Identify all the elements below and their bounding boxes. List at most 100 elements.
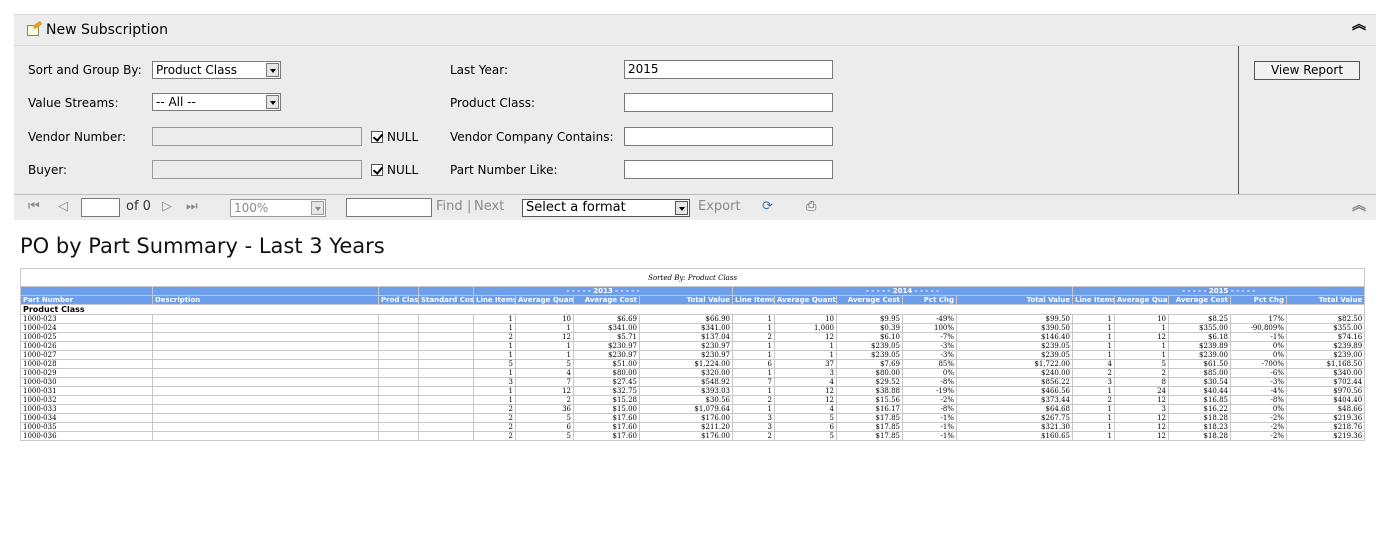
value-cell: 1 — [473, 395, 516, 405]
header-part-number[interactable]: Part Number — [20, 295, 153, 305]
value-cell: $7.69 — [836, 359, 903, 369]
header-avg-cost: Average Cost — [836, 295, 903, 305]
refresh-icon[interactable]: ⟳ — [762, 199, 773, 214]
value-cell: 2 — [732, 431, 775, 441]
chevron-down-icon[interactable] — [266, 95, 279, 109]
new-subscription-link[interactable]: New Subscription — [46, 22, 168, 38]
prod-class-cell — [378, 431, 419, 441]
value-cell: $267.75 — [956, 413, 1073, 423]
value-cell: 2 — [515, 395, 574, 405]
value-cell: 1 — [515, 341, 574, 351]
part-number-like-label: Part Number Like: — [450, 163, 558, 177]
value-cell: 2 — [1072, 368, 1115, 378]
part-number-cell: 1000-032 — [20, 395, 153, 405]
value-cell: 1 — [774, 341, 837, 351]
product-class-input[interactable] — [624, 93, 833, 112]
value-cell: 1 — [1072, 350, 1115, 360]
value-cell: 1 — [1072, 404, 1115, 414]
find-input[interactable] — [346, 198, 432, 217]
value-cell: -2% — [902, 395, 957, 405]
prod-class-cell — [378, 368, 419, 378]
value-cell: 2 — [1072, 395, 1115, 405]
collapse-chevron-icon[interactable]: ︽ — [1352, 199, 1366, 213]
table-row: 1000-028 5 5 $51.00 $1,224.00 6 37 $7.69 85% $1,7… — [20, 359, 1366, 369]
print-icon[interactable]: ⎙ — [806, 199, 816, 214]
standard-cost-cell — [418, 377, 474, 387]
header-description[interactable]: Description — [152, 295, 379, 305]
sort-select-value: Product Class — [156, 63, 237, 77]
group-header-product-class: Product Class — [19, 304, 1366, 315]
zoom-select[interactable]: 100% — [230, 199, 326, 217]
chevron-down-icon[interactable] — [311, 201, 324, 215]
value-cell: $320.00 — [639, 368, 733, 378]
value-cell: 1 — [1072, 413, 1115, 423]
view-report-button[interactable]: View Report — [1254, 61, 1360, 80]
value-cell: 10 — [515, 314, 574, 324]
value-cell: $341.00 — [573, 323, 640, 333]
buyer-label: Buyer: — [28, 163, 68, 177]
checkbox-icon[interactable] — [371, 131, 383, 143]
value-cell: 1 — [732, 368, 775, 378]
value-cell: 12 — [1114, 332, 1169, 342]
value-cell: $230.97 — [639, 350, 733, 360]
value-cell: -3% — [902, 341, 957, 351]
value-cell: $17.60 — [573, 422, 640, 432]
value-cell: $64.68 — [956, 404, 1073, 414]
value-cell: $373.44 — [956, 395, 1073, 405]
value-cell: -6% — [1230, 368, 1287, 378]
value-cell: $15.28 — [573, 395, 640, 405]
header-prod-class[interactable]: Prod Class — [378, 295, 419, 305]
buyer-input[interactable] — [152, 160, 362, 179]
value-cell: 2 — [473, 422, 516, 432]
description-cell — [152, 323, 379, 333]
value-cell: $239.05 — [956, 341, 1073, 351]
chevron-down-icon[interactable] — [675, 201, 688, 215]
value-cell: -1% — [902, 431, 957, 441]
page-number-input[interactable] — [81, 198, 120, 217]
vendor-number-input[interactable] — [152, 127, 362, 146]
vendor-company-input[interactable] — [624, 127, 833, 146]
last-page-icon[interactable]: ⏭ — [186, 199, 198, 214]
value-cell: $99.50 — [956, 314, 1073, 324]
value-cell: $239.05 — [836, 350, 903, 360]
next-page-icon[interactable]: ▷ — [162, 199, 172, 214]
part-number-like-input[interactable] — [624, 160, 833, 179]
value-cell: $40.44 — [1168, 386, 1231, 396]
vendor-null-checkbox[interactable]: NULL — [371, 130, 418, 144]
value-cell: $137.04 — [639, 332, 733, 342]
value-cell: 1 — [1072, 386, 1115, 396]
value-cell: 6 — [774, 422, 837, 432]
sort-select[interactable]: Product Class — [152, 61, 281, 79]
value-cell: 12 — [1114, 422, 1169, 432]
value-cell: -49% — [902, 314, 957, 324]
value-cell: -2% — [1230, 422, 1287, 432]
find-link[interactable]: Find — [436, 199, 463, 214]
buyer-null-checkbox[interactable]: NULL — [371, 163, 418, 177]
previous-page-icon[interactable]: ◁ — [58, 199, 68, 214]
value-cell: $17.60 — [573, 413, 640, 423]
value-cell: $1,168.50 — [1285, 359, 1366, 369]
export-link[interactable]: Export — [698, 199, 741, 214]
header-avg-qty: Average Quantity — [774, 295, 837, 305]
new-subscription-icon[interactable] — [26, 20, 43, 37]
export-format-select[interactable]: Select a format — [522, 199, 690, 217]
description-cell — [152, 395, 379, 405]
value-cell: -19% — [902, 386, 957, 396]
chevron-down-icon[interactable] — [266, 63, 279, 77]
last-year-input[interactable]: 2015 — [624, 60, 833, 79]
value-streams-select[interactable]: -- All -- — [152, 93, 281, 111]
value-cell: 12 — [774, 332, 837, 342]
value-cell: $82.50 — [1285, 314, 1366, 324]
checkbox-icon[interactable] — [371, 164, 383, 176]
next-link[interactable]: Next — [474, 199, 504, 214]
header-standard-cost[interactable]: Standard Cost — [418, 295, 474, 305]
prod-class-cell — [378, 413, 419, 423]
collapse-chevron-icon[interactable]: ︽ — [1352, 18, 1366, 32]
part-number-cell: 1000-033 — [20, 404, 153, 414]
description-cell — [152, 422, 379, 432]
first-page-icon[interactable]: ⏮ — [28, 199, 40, 214]
table-row: 1000-027 1 1 $230.97 $230.97 1 1 $239.05 -3% $239… — [20, 350, 1366, 360]
report-table: Sorted By: Product Class - - - - - 2013 … — [19, 268, 1366, 441]
standard-cost-cell — [418, 359, 474, 369]
last-year-label: Last Year: — [450, 63, 509, 77]
